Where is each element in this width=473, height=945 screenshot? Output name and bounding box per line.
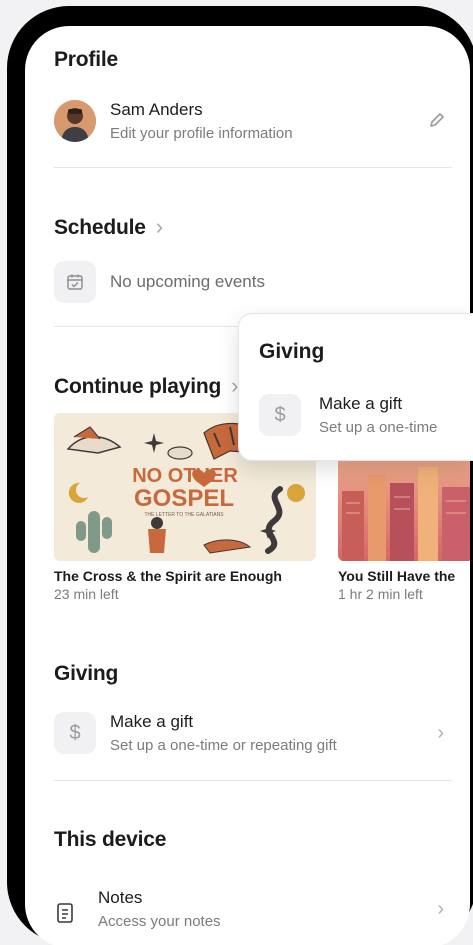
popover-heading: Giving [259,340,325,363]
calendar-check-icon [54,261,96,303]
notes-icon [56,902,74,929]
divider [54,780,452,781]
profile-heading: Profile [54,48,118,71]
divider [54,167,452,168]
dollar-glyph: $ [274,403,286,426]
artwork-tagline: THE LETTER TO THE GALATIANS [144,512,224,518]
dollar-icon: $ [259,394,301,436]
device-frame: Profile Sam Anders Edit your profile inf… [7,6,473,945]
schedule-heading[interactable]: Schedule › [54,214,163,240]
giving-row[interactable]: $ Make a gift Set up a one-time or repea… [54,710,452,760]
chevron-right-icon: › [437,722,444,744]
notes-subtitle: Access your notes [98,913,221,930]
giving-title: Make a gift [110,712,194,731]
media-card-title: You Still Have the [338,568,456,584]
profile-subtitle: Edit your profile information [110,125,293,142]
continue-playing-label: Continue playing [54,375,222,398]
artwork-title-line1: NO OTHER [132,465,238,487]
dollar-glyph: $ [69,721,81,744]
giving-popover[interactable]: Giving $ Make a gift Set up a one-time [238,313,473,461]
notes-row[interactable]: Notes Access your notes › [54,888,452,936]
media-card-time: 1 hr 2 min left [338,586,423,602]
avatar [54,100,96,142]
avatar-photo [54,100,96,142]
schedule-heading-label: Schedule [54,216,146,239]
dollar-icon: $ [54,712,96,754]
popover-title: Make a gift [319,394,403,413]
pencil-icon[interactable] [428,111,446,134]
profile-name: Sam Anders [110,100,203,119]
giving-heading: Giving [54,662,119,685]
artwork-title-line2: GOSPEL [134,485,234,512]
device-heading: This device [54,828,167,851]
screen: Profile Sam Anders Edit your profile inf… [25,26,470,945]
chevron-right-icon: › [437,898,444,920]
chevron-right-icon: › [155,214,163,239]
schedule-empty-row: No upcoming events [54,261,452,305]
giving-subtitle: Set up a one-time or repeating gift [110,737,337,754]
notes-title: Notes [98,888,143,907]
continue-playing-heading[interactable]: Continue playing › [54,373,238,399]
media-card-title: The Cross & the Spirit are Enough [54,568,282,584]
profile-row[interactable]: Sam Anders Edit your profile information [54,94,452,154]
media-card-time: 23 min left [54,586,119,602]
schedule-empty-text: No upcoming events [110,272,265,291]
popover-subtitle: Set up a one-time [319,419,438,436]
